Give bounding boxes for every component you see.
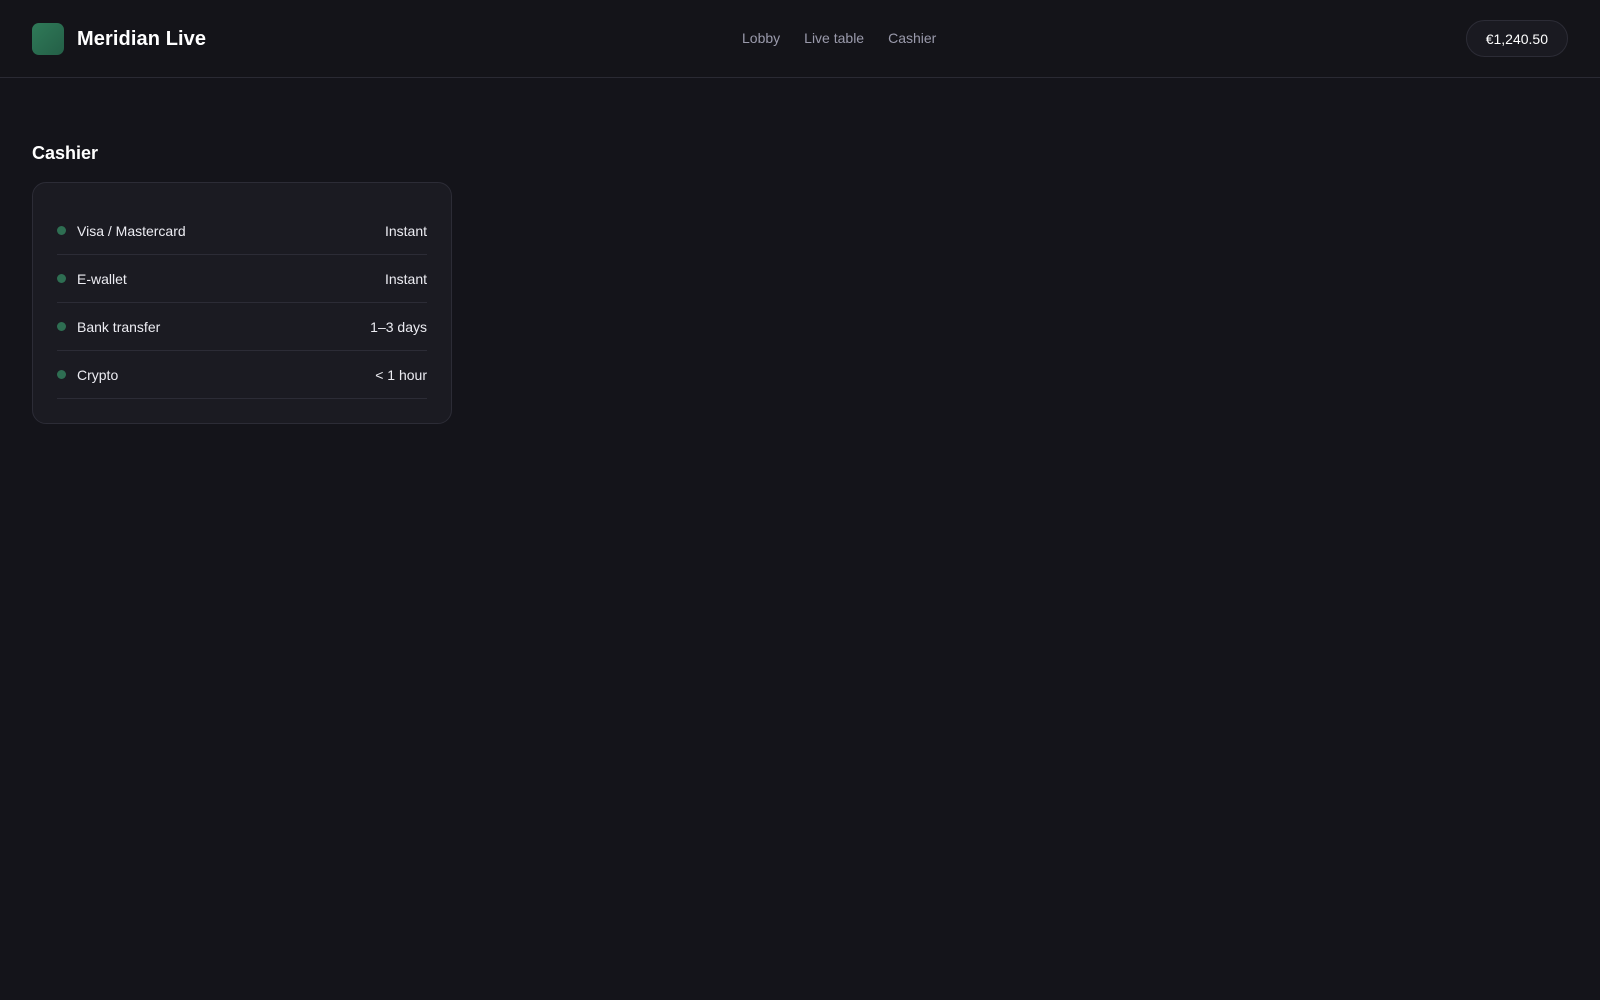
status-dot <box>57 370 66 379</box>
payment-methods-card: Visa / Mastercard Instant E-wallet Insta… <box>32 182 452 424</box>
payment-method-row[interactable]: E-wallet Instant <box>57 255 427 303</box>
status-dot <box>57 322 66 331</box>
page-title: Cashier <box>32 143 99 163</box>
payment-method-row[interactable]: Visa / Mastercard Instant <box>57 207 427 255</box>
brand[interactable]: Meridian Live <box>32 23 206 55</box>
payment-method-name: E-wallet <box>77 270 127 287</box>
payment-method-name: Visa / Mastercard <box>77 222 186 239</box>
payment-method-eta: Instant <box>384 270 427 287</box>
payment-method-name: Crypto <box>77 366 119 383</box>
payment-method-row[interactable]: Crypto < 1 hour <box>57 351 427 399</box>
payment-method-row[interactable]: Bank transfer 1–3 days <box>57 303 427 351</box>
top-header: Meridian Live Lobby Live table Cashier €… <box>0 0 1600 78</box>
balance-pill[interactable]: €1,240.50 <box>1465 20 1568 57</box>
nav-cashier[interactable]: Cashier <box>888 30 936 46</box>
status-dot <box>57 226 66 235</box>
payment-method-eta: 1–3 days <box>370 318 427 335</box>
payment-method-eta: < 1 hour <box>375 366 427 383</box>
status-dot <box>57 274 66 283</box>
payment-method-name: Bank transfer <box>77 318 161 335</box>
main-nav: Lobby Live table Cashier <box>742 30 936 46</box>
nav-live-table[interactable]: Live table <box>804 30 864 46</box>
brand-logo <box>32 23 64 55</box>
nav-lobby[interactable]: Lobby <box>742 30 780 46</box>
payment-method-eta: Instant <box>384 222 427 239</box>
brand-name: Meridian Live <box>77 27 207 50</box>
